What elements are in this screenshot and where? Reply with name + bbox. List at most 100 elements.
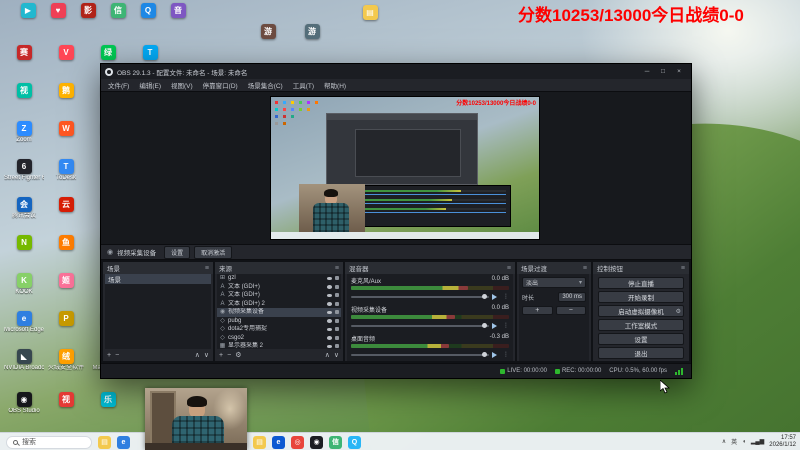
- minimize-button[interactable]: ─: [639, 66, 655, 78]
- desktop-icon-todesk[interactable]: T ToDesk: [46, 159, 86, 182]
- desktop-icon[interactable]: 游: [248, 24, 288, 40]
- desktop-icon[interactable]: ▤: [350, 5, 390, 21]
- source-down-button[interactable]: ∨: [334, 351, 339, 359]
- desktop-icon-zoom[interactable]: Z Zoom: [4, 121, 44, 144]
- lock-icon[interactable]: [335, 318, 339, 323]
- deactivate-button[interactable]: 取消激活: [194, 245, 233, 259]
- add-source-button[interactable]: +: [219, 352, 223, 359]
- visibility-icon[interactable]: [327, 344, 332, 348]
- desktop-icon[interactable]: V: [46, 45, 86, 61]
- visibility-icon[interactable]: [327, 302, 332, 306]
- slider-knob[interactable]: [482, 351, 487, 357]
- visibility-icon[interactable]: [327, 276, 332, 280]
- desktop-icon-item[interactable]: 绒火绒安全软件: [46, 349, 86, 372]
- desktop-icon[interactable]: N: [4, 235, 44, 251]
- desktop-icon[interactable]: W: [46, 121, 86, 137]
- taskbar-app-icon[interactable]: 信: [329, 435, 342, 449]
- desktop-icon[interactable]: 姬: [46, 273, 86, 289]
- lock-icon[interactable]: [335, 327, 339, 332]
- settings-button[interactable]: 设置: [598, 333, 684, 345]
- stop-streaming-button[interactable]: 停止直播: [598, 277, 684, 289]
- visibility-icon[interactable]: [327, 327, 332, 331]
- menu-h[interactable]: 帮助(H): [319, 80, 351, 90]
- add-scene-button[interactable]: +: [107, 352, 111, 359]
- desktop-icon-item[interactable]: 会腾讯会议: [4, 197, 44, 220]
- visibility-icon[interactable]: [327, 319, 332, 323]
- desktop-icon[interactable]: 视: [46, 392, 86, 408]
- lock-icon[interactable]: [335, 301, 339, 306]
- source-item[interactable]: ◇ pubg: [217, 317, 341, 326]
- properties-button[interactable]: 设置: [164, 245, 191, 259]
- source-properties-button[interactable]: ⚙: [235, 351, 241, 359]
- desktop-icon[interactable]: 鹅: [46, 83, 86, 99]
- taskbar-app-icon[interactable]: ▤: [98, 435, 111, 449]
- lock-icon[interactable]: [335, 310, 339, 315]
- lock-icon[interactable]: [335, 344, 339, 349]
- source-item[interactable]: ◇ csgo2: [217, 334, 341, 343]
- visibility-icon[interactable]: [327, 285, 332, 289]
- desktop-icon-street-fighter-6[interactable]: 6 Street Fighter 6: [4, 159, 44, 182]
- source-up-button[interactable]: ∧: [325, 351, 330, 359]
- visibility-icon[interactable]: [327, 293, 332, 297]
- desktop-icon-obs-studio[interactable]: ◉ OBS Studio: [4, 392, 44, 415]
- exit-button[interactable]: 退出: [598, 347, 684, 359]
- scene-down-button[interactable]: ∨: [204, 351, 209, 359]
- studio-mode-button[interactable]: 工作室模式: [598, 319, 684, 331]
- tray-chevron-icon[interactable]: ∧: [722, 438, 726, 445]
- panel-menu-icon[interactable]: [681, 265, 685, 272]
- desktop-icon[interactable]: T: [130, 45, 170, 61]
- desktop-icon[interactable]: 乐: [88, 392, 128, 408]
- speaker-icon[interactable]: [492, 351, 500, 358]
- virtual-camera-settings-icon[interactable]: ⚙: [676, 308, 681, 315]
- menu-c[interactable]: 场景集合(C): [243, 80, 288, 90]
- scene-item[interactable]: 场景: [105, 274, 211, 284]
- remove-source-button[interactable]: −: [227, 352, 231, 359]
- visibility-icon[interactable]: [327, 310, 332, 314]
- taskbar-app-icon[interactable]: ◉: [310, 435, 323, 449]
- taskbar-app-icon[interactable]: ▤: [253, 435, 266, 449]
- source-item[interactable]: ⊞ gzl: [217, 274, 341, 283]
- desktop-icon[interactable]: 云: [46, 197, 86, 213]
- volume-icon[interactable]: ◖: [742, 439, 746, 445]
- panel-menu-icon[interactable]: [507, 265, 511, 272]
- scene-up-button[interactable]: ∧: [195, 351, 200, 359]
- menu-t[interactable]: 工具(T): [288, 80, 319, 90]
- desktop-icon[interactable]: 绿: [88, 45, 128, 61]
- taskbar-app-icon[interactable]: e: [117, 435, 130, 449]
- lock-icon[interactable]: [335, 284, 339, 289]
- menu-f[interactable]: 文件(F): [103, 80, 134, 90]
- volume-slider[interactable]: [351, 351, 489, 357]
- volume-slider[interactable]: [351, 322, 489, 328]
- transition-select[interactable]: 淡出: [522, 277, 586, 288]
- source-item[interactable]: A 文本 (GDI+) 2: [217, 300, 341, 309]
- taskbar-app-icon[interactable]: ◎: [291, 435, 304, 449]
- network-signal-icon[interactable]: ▂▄▆: [751, 438, 764, 445]
- remove-transition-button[interactable]: −: [555, 306, 586, 315]
- visibility-icon[interactable]: [327, 336, 332, 340]
- remove-scene-button[interactable]: −: [115, 352, 119, 359]
- panel-menu-icon[interactable]: [583, 265, 587, 272]
- source-item[interactable]: A 文本 (GDI+): [217, 291, 341, 300]
- panel-menu-icon[interactable]: [335, 265, 339, 272]
- duration-spinner[interactable]: 300 ms: [558, 292, 586, 302]
- taskbar-app-icon[interactable]: Q: [348, 435, 361, 449]
- speaker-icon[interactable]: [492, 322, 500, 329]
- ime-indicator[interactable]: 英: [731, 437, 737, 446]
- obs-titlebar[interactable]: OBS 29.1.3 - 配置文件: 未命名 - 场景: 未命名 ─ □ ×: [101, 64, 691, 79]
- virtual-camera-button[interactable]: 启动虚拟摄像机 ⚙: [598, 305, 684, 317]
- channel-menu-icon[interactable]: ⋮: [503, 293, 509, 300]
- start-recording-button[interactable]: 开始录制: [598, 291, 684, 303]
- slider-knob[interactable]: [482, 322, 487, 328]
- clock[interactable]: 17:57 2026/1/12: [769, 435, 796, 449]
- lock-icon[interactable]: [335, 276, 339, 281]
- lock-icon[interactable]: [335, 293, 339, 298]
- menu-e[interactable]: 编辑(E): [134, 80, 166, 90]
- taskbar-search[interactable]: 搜索: [6, 435, 92, 449]
- taskbar-app-icon[interactable]: e: [272, 435, 285, 449]
- speaker-icon[interactable]: [492, 293, 500, 300]
- menu-d[interactable]: 停靠窗口(D): [198, 80, 243, 90]
- slider-knob[interactable]: [482, 293, 487, 299]
- source-item[interactable]: ◇ dota2专用捕捉: [217, 325, 341, 334]
- channel-menu-icon[interactable]: ⋮: [503, 322, 509, 329]
- desktop-icon[interactable]: P: [46, 311, 86, 327]
